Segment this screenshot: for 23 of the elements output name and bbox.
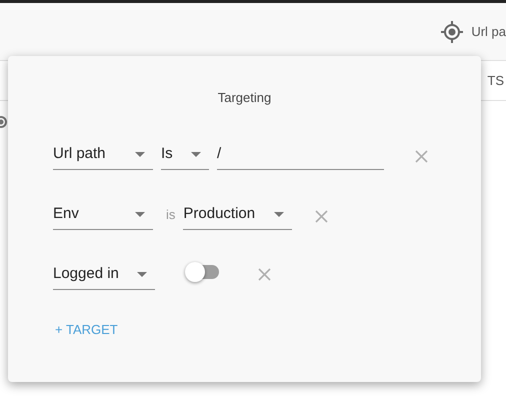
tab[interactable]: TS xyxy=(487,70,504,90)
close-icon xyxy=(258,268,270,280)
caret-icon xyxy=(135,152,145,157)
header-label: Url pa xyxy=(471,22,506,41)
dialog-title: Targeting xyxy=(216,89,272,107)
caret-icon xyxy=(135,212,145,217)
operator-label: is xyxy=(166,206,176,224)
target-icon xyxy=(441,20,464,42)
remove-button[interactable] xyxy=(256,266,272,282)
remove-button[interactable] xyxy=(313,208,330,224)
value-input[interactable]: / xyxy=(217,140,384,170)
close-icon xyxy=(414,150,428,162)
remove-button[interactable] xyxy=(413,148,429,164)
caret-icon xyxy=(274,212,284,217)
caret-icon xyxy=(137,272,147,277)
select-field[interactable]: Env xyxy=(53,200,153,230)
select-field[interactable]: Production xyxy=(183,200,292,230)
toggle-switch[interactable] xyxy=(185,262,219,282)
select-field[interactable]: Url path xyxy=(53,140,153,170)
select-field[interactable]: Is xyxy=(161,140,209,170)
close-icon xyxy=(314,210,328,222)
select-field[interactable]: Logged in xyxy=(53,260,155,290)
caret-icon xyxy=(191,152,201,157)
